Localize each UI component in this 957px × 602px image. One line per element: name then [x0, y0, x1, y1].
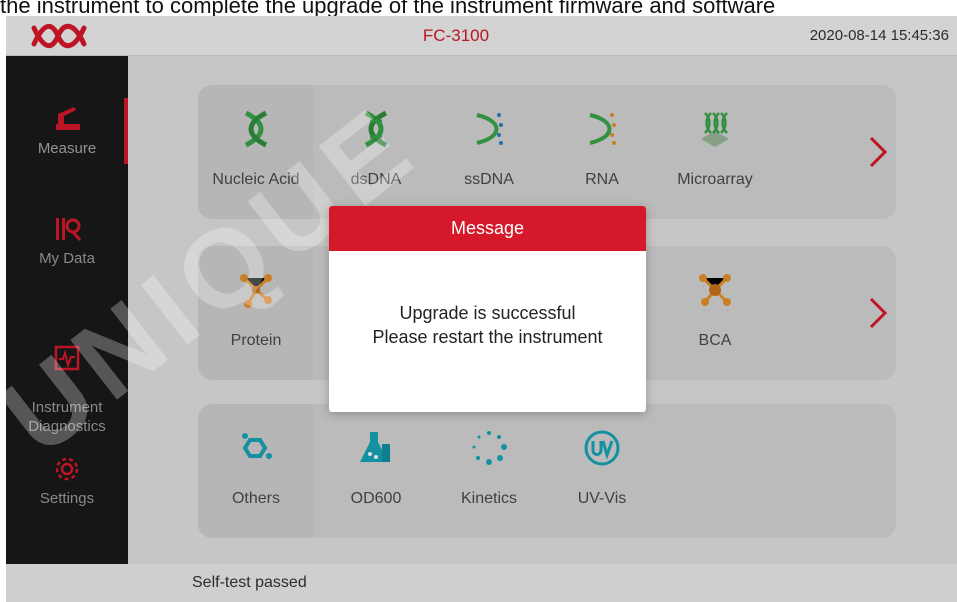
instrument-screen: FC-3100 2020-08-14 15:45:36 Measure My D…	[6, 16, 957, 602]
dialog-body: Upgrade is successful Please restart the…	[329, 251, 646, 412]
message-dialog: Message Upgrade is successful Please res…	[329, 206, 646, 412]
dialog-title: Message	[329, 206, 646, 251]
dialog-line-2: Please restart the instrument	[372, 327, 603, 347]
dialog-line-1: Upgrade is successful	[399, 303, 576, 323]
